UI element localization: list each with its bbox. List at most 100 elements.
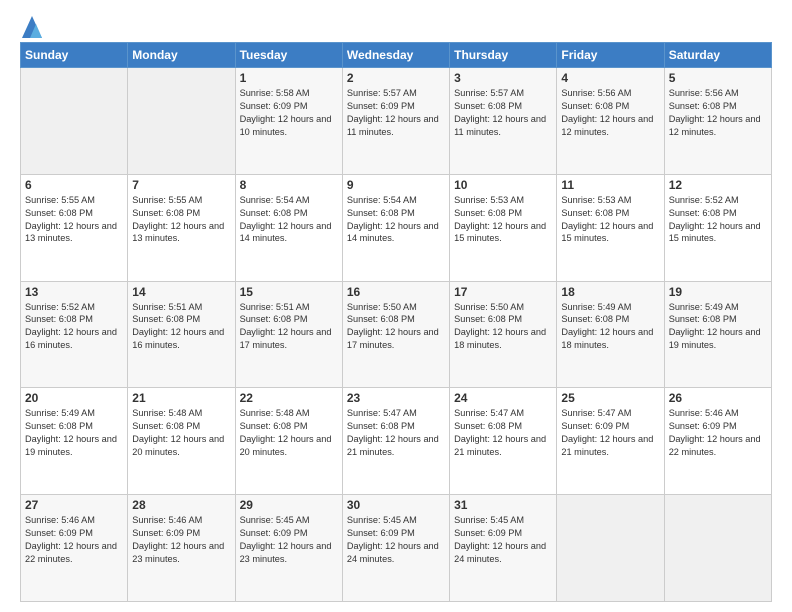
day-cell: 17 Sunrise: 5:50 AM Sunset: 6:08 PM Dayli… — [450, 281, 557, 388]
day-info: Sunrise: 5:57 AM Sunset: 6:09 PM Dayligh… — [347, 87, 445, 139]
day-info: Sunrise: 5:51 AM Sunset: 6:08 PM Dayligh… — [132, 301, 230, 353]
calendar: SundayMondayTuesdayWednesdayThursdayFrid… — [20, 42, 772, 602]
day-number: 5 — [669, 71, 767, 85]
logo-icon — [22, 16, 42, 38]
day-info: Sunrise: 5:52 AM Sunset: 6:08 PM Dayligh… — [669, 194, 767, 246]
day-info: Sunrise: 5:56 AM Sunset: 6:08 PM Dayligh… — [561, 87, 659, 139]
day-cell: 19 Sunrise: 5:49 AM Sunset: 6:08 PM Dayli… — [664, 281, 771, 388]
day-info: Sunrise: 5:46 AM Sunset: 6:09 PM Dayligh… — [132, 514, 230, 566]
day-cell — [557, 495, 664, 602]
day-cell: 5 Sunrise: 5:56 AM Sunset: 6:08 PM Daylig… — [664, 68, 771, 175]
day-number: 15 — [240, 285, 338, 299]
day-info: Sunrise: 5:48 AM Sunset: 6:08 PM Dayligh… — [240, 407, 338, 459]
day-info: Sunrise: 5:53 AM Sunset: 6:08 PM Dayligh… — [561, 194, 659, 246]
weekday-header-saturday: Saturday — [664, 43, 771, 68]
day-number: 28 — [132, 498, 230, 512]
day-number: 19 — [669, 285, 767, 299]
day-info: Sunrise: 5:50 AM Sunset: 6:08 PM Dayligh… — [347, 301, 445, 353]
day-info: Sunrise: 5:51 AM Sunset: 6:08 PM Dayligh… — [240, 301, 338, 353]
day-info: Sunrise: 5:45 AM Sunset: 6:09 PM Dayligh… — [240, 514, 338, 566]
day-info: Sunrise: 5:46 AM Sunset: 6:09 PM Dayligh… — [669, 407, 767, 459]
day-number: 4 — [561, 71, 659, 85]
day-cell: 23Sunrise: 5:47 AM Sunset: 6:08 PM Dayli… — [342, 388, 449, 495]
day-cell — [21, 68, 128, 175]
day-number: 26 — [669, 391, 767, 405]
logo — [20, 16, 42, 34]
day-number: 25 — [561, 391, 659, 405]
day-number: 6 — [25, 178, 123, 192]
day-cell: 30Sunrise: 5:45 AM Sunset: 6:09 PM Dayli… — [342, 495, 449, 602]
day-cell: 16 Sunrise: 5:50 AM Sunset: 6:08 PM Dayli… — [342, 281, 449, 388]
header — [20, 16, 772, 34]
day-cell: 15 Sunrise: 5:51 AM Sunset: 6:08 PM Dayli… — [235, 281, 342, 388]
week-row-3: 13 Sunrise: 5:52 AM Sunset: 6:08 PM Dayli… — [21, 281, 772, 388]
day-info: Sunrise: 5:55 AM Sunset: 6:08 PM Dayligh… — [25, 194, 123, 246]
day-cell: 13 Sunrise: 5:52 AM Sunset: 6:08 PM Dayli… — [21, 281, 128, 388]
day-number: 7 — [132, 178, 230, 192]
day-info: Sunrise: 5:55 AM Sunset: 6:08 PM Dayligh… — [132, 194, 230, 246]
weekday-header-friday: Friday — [557, 43, 664, 68]
day-cell — [664, 495, 771, 602]
day-number: 20 — [25, 391, 123, 405]
day-number: 23 — [347, 391, 445, 405]
weekday-header-tuesday: Tuesday — [235, 43, 342, 68]
day-cell: 9Sunrise: 5:54 AM Sunset: 6:08 PM Daylig… — [342, 174, 449, 281]
weekday-row: SundayMondayTuesdayWednesdayThursdayFrid… — [21, 43, 772, 68]
day-number: 11 — [561, 178, 659, 192]
week-row-5: 27 Sunrise: 5:46 AM Sunset: 6:09 PM Dayli… — [21, 495, 772, 602]
weekday-header-thursday: Thursday — [450, 43, 557, 68]
day-number: 1 — [240, 71, 338, 85]
day-info: Sunrise: 5:45 AM Sunset: 6:09 PM Dayligh… — [454, 514, 552, 566]
day-number: 3 — [454, 71, 552, 85]
day-number: 12 — [669, 178, 767, 192]
day-cell: 6 Sunrise: 5:55 AM Sunset: 6:08 PM Daylig… — [21, 174, 128, 281]
day-cell: 27Sunrise: 5:46 AM Sunset: 6:09 PM Dayli… — [21, 495, 128, 602]
day-cell: 8 Sunrise: 5:54 AM Sunset: 6:08 PM Daylig… — [235, 174, 342, 281]
day-info: Sunrise: 5:53 AM Sunset: 6:08 PM Dayligh… — [454, 194, 552, 246]
day-cell: 11 Sunrise: 5:53 AM Sunset: 6:08 PM Dayli… — [557, 174, 664, 281]
day-number: 10 — [454, 178, 552, 192]
day-cell: 24 Sunrise: 5:47 AM Sunset: 6:08 PM Dayli… — [450, 388, 557, 495]
day-info: Sunrise: 5:49 AM Sunset: 6:08 PM Dayligh… — [25, 407, 123, 459]
day-info: Sunrise: 5:58 AM Sunset: 6:09 PM Dayligh… — [240, 87, 338, 139]
day-number: 13 — [25, 285, 123, 299]
day-number: 24 — [454, 391, 552, 405]
day-number: 8 — [240, 178, 338, 192]
day-number: 21 — [132, 391, 230, 405]
day-cell: 21 Sunrise: 5:48 AM Sunset: 6:08 PM Dayli… — [128, 388, 235, 495]
day-number: 18 — [561, 285, 659, 299]
day-info: Sunrise: 5:49 AM Sunset: 6:08 PM Dayligh… — [561, 301, 659, 353]
page: SundayMondayTuesdayWednesdayThursdayFrid… — [0, 0, 792, 612]
day-info: Sunrise: 5:54 AM Sunset: 6:08 PM Dayligh… — [240, 194, 338, 246]
day-cell: 29 Sunrise: 5:45 AM Sunset: 6:09 PM Dayli… — [235, 495, 342, 602]
day-number: 29 — [240, 498, 338, 512]
week-row-1: 1 Sunrise: 5:58 AM Sunset: 6:09 PM Daylig… — [21, 68, 772, 175]
day-number: 14 — [132, 285, 230, 299]
calendar-header: SundayMondayTuesdayWednesdayThursdayFrid… — [21, 43, 772, 68]
day-cell: 7 Sunrise: 5:55 AM Sunset: 6:08 PM Daylig… — [128, 174, 235, 281]
day-info: Sunrise: 5:50 AM Sunset: 6:08 PM Dayligh… — [454, 301, 552, 353]
day-info: Sunrise: 5:57 AM Sunset: 6:08 PM Dayligh… — [454, 87, 552, 139]
day-info: Sunrise: 5:52 AM Sunset: 6:08 PM Dayligh… — [25, 301, 123, 353]
day-number: 17 — [454, 285, 552, 299]
day-cell: 31 Sunrise: 5:45 AM Sunset: 6:09 PM Dayli… — [450, 495, 557, 602]
day-number: 22 — [240, 391, 338, 405]
day-cell: 1 Sunrise: 5:58 AM Sunset: 6:09 PM Daylig… — [235, 68, 342, 175]
day-info: Sunrise: 5:47 AM Sunset: 6:08 PM Dayligh… — [454, 407, 552, 459]
day-info: Sunrise: 5:49 AM Sunset: 6:08 PM Dayligh… — [669, 301, 767, 353]
day-info: Sunrise: 5:48 AM Sunset: 6:08 PM Dayligh… — [132, 407, 230, 459]
day-info: Sunrise: 5:45 AM Sunset: 6:09 PM Dayligh… — [347, 514, 445, 566]
day-number: 31 — [454, 498, 552, 512]
day-cell — [128, 68, 235, 175]
day-cell: 4 Sunrise: 5:56 AM Sunset: 6:08 PM Daylig… — [557, 68, 664, 175]
day-cell: 22 Sunrise: 5:48 AM Sunset: 6:08 PM Dayli… — [235, 388, 342, 495]
calendar-body: 1 Sunrise: 5:58 AM Sunset: 6:09 PM Daylig… — [21, 68, 772, 602]
day-cell: 14 Sunrise: 5:51 AM Sunset: 6:08 PM Dayli… — [128, 281, 235, 388]
week-row-4: 20 Sunrise: 5:49 AM Sunset: 6:08 PM Dayli… — [21, 388, 772, 495]
day-number: 27 — [25, 498, 123, 512]
day-number: 9 — [347, 178, 445, 192]
weekday-header-wednesday: Wednesday — [342, 43, 449, 68]
day-number: 16 — [347, 285, 445, 299]
day-info: Sunrise: 5:56 AM Sunset: 6:08 PM Dayligh… — [669, 87, 767, 139]
day-number: 2 — [347, 71, 445, 85]
